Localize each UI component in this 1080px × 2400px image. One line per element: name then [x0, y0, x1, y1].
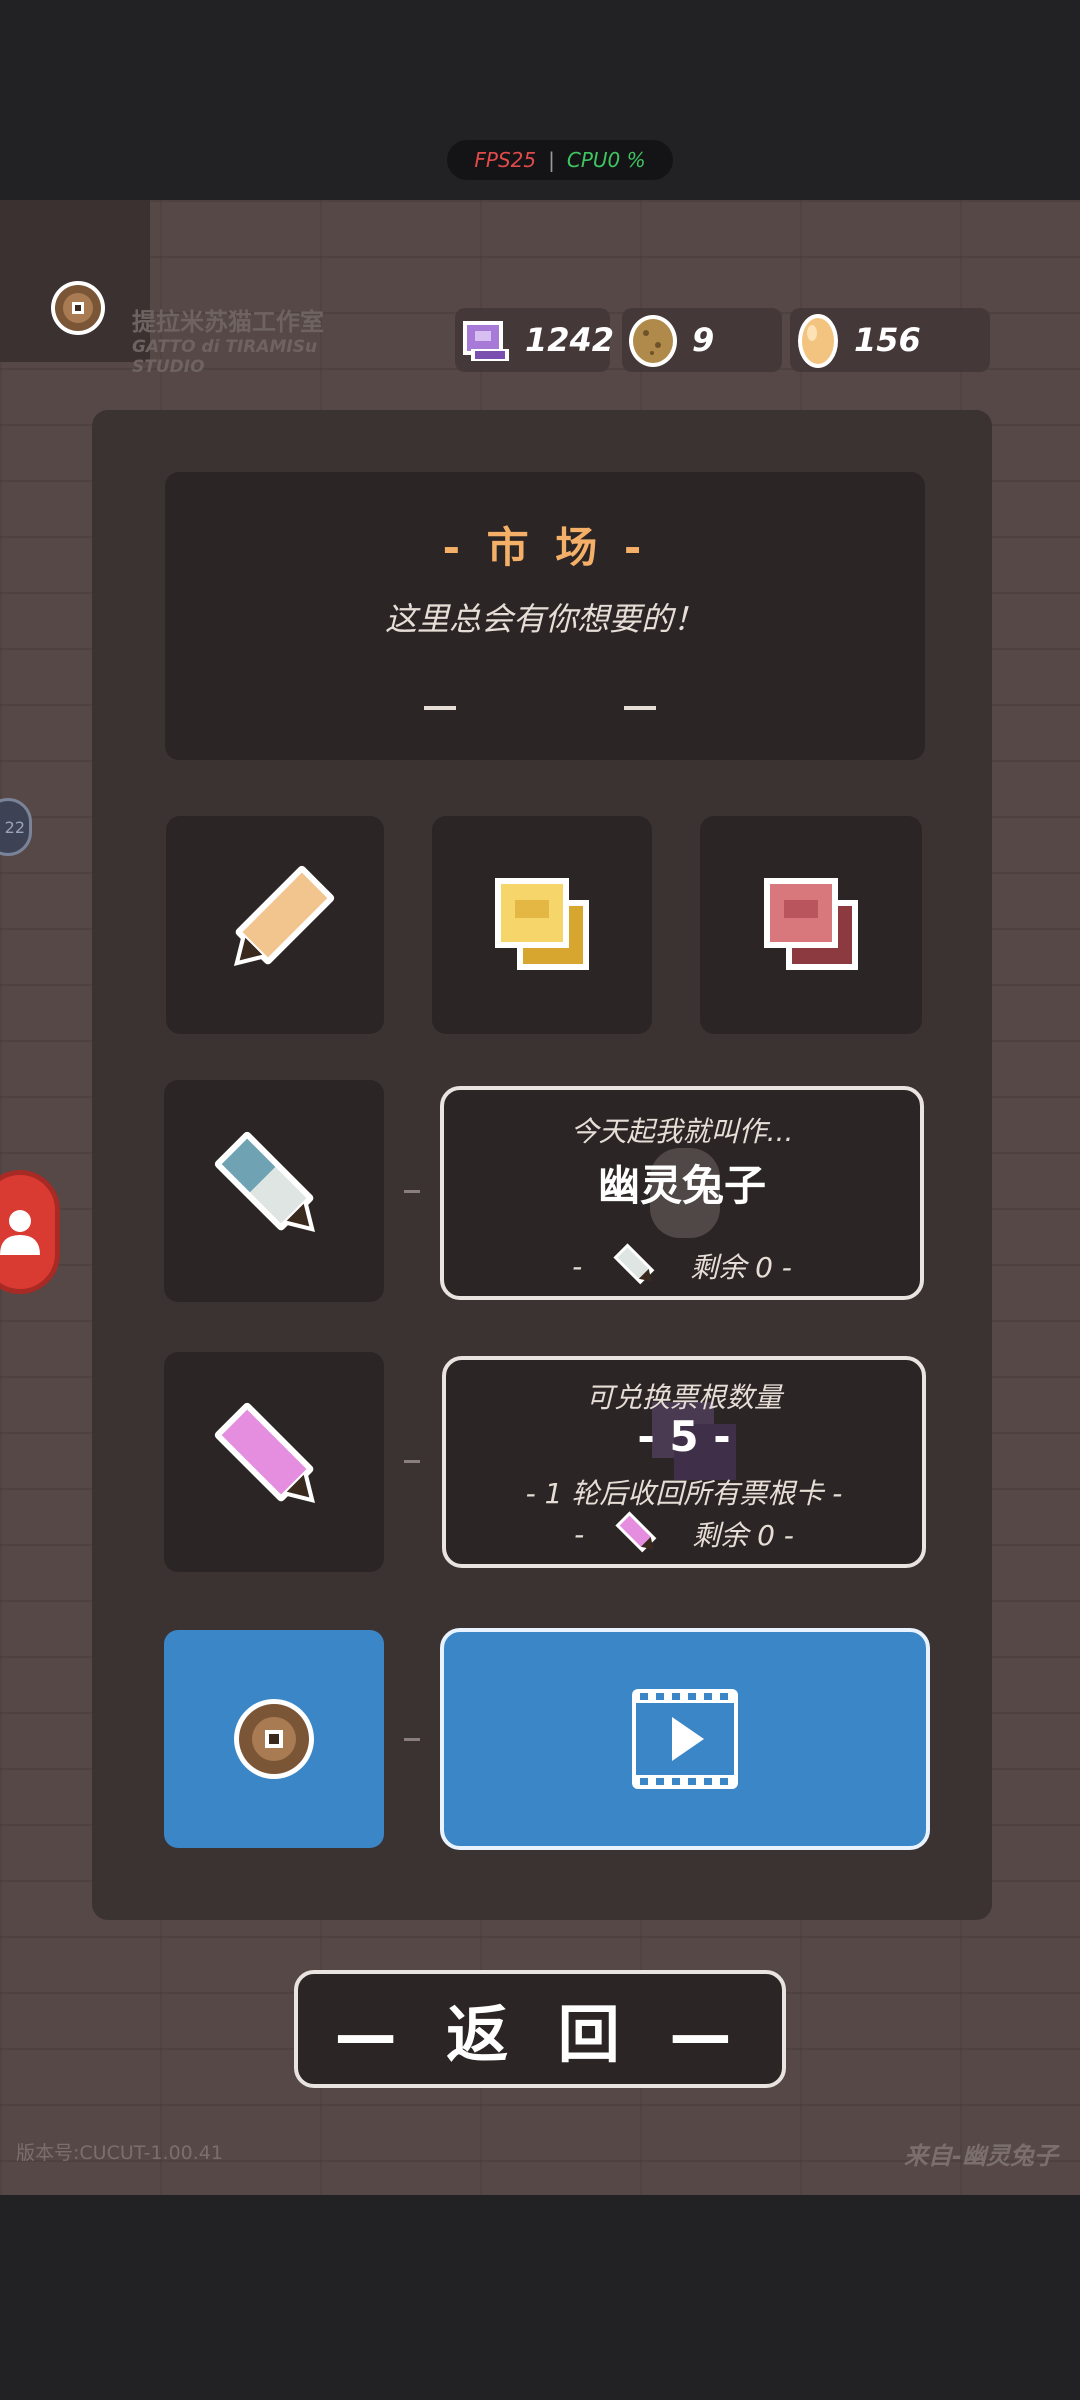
resource-tickets: 1242 — [455, 308, 614, 372]
studio-logo: 提拉米苏猫工作室 GATTO di TIRAMISu STUDIO — [132, 302, 362, 377]
header-dash-right — [624, 706, 656, 710]
resource-potato: 9 — [622, 308, 782, 372]
exchange-note: - 1 轮后收回所有票根卡 - — [525, 1477, 843, 1510]
egg-icon — [798, 314, 838, 368]
exchange-label: 可兑换票根数量 — [585, 1381, 782, 1414]
exchange-count: - 5 - — [637, 1412, 731, 1461]
rename-card[interactable]: 今天起我就叫作... 幽灵兔子 - 剩余 0 - — [440, 1086, 924, 1300]
header-dash-left — [424, 706, 456, 710]
potato-icon — [629, 315, 677, 367]
resource-egg-value: 156 — [854, 321, 921, 359]
resource-potato-value: 9 — [692, 321, 715, 359]
yellow-ticket-stack-icon — [495, 878, 589, 970]
rename-name-text: 幽灵兔子 — [597, 1161, 766, 1210]
side-badge-text: 22 — [4, 817, 25, 837]
rename-remaining: - 剩余 0 - — [444, 1242, 920, 1290]
item-slot-pink-pencil[interactable] — [164, 1352, 384, 1572]
rename-remaining-value: 剩余 0 - — [690, 1251, 792, 1284]
rename-intro-text: 今天起我就叫作... — [570, 1115, 794, 1148]
red-ticket-stack-icon — [764, 878, 858, 970]
pink-pencil-icon — [214, 1402, 316, 1504]
profile-coin-box[interactable] — [0, 200, 150, 362]
row-separator — [404, 1190, 420, 1193]
exchange-remaining-value: 剩余 0 - — [692, 1519, 794, 1552]
fps-overlay: FPS25 | CPU0 % — [447, 140, 673, 180]
blue-pencil-icon — [214, 1131, 316, 1233]
back-button[interactable]: — 返 回 — — [294, 1970, 786, 2088]
coin-slot[interactable] — [164, 1630, 384, 1848]
studio-name-en-2: STUDIO — [132, 357, 205, 377]
exchange-card[interactable]: 可兑换票根数量 - 5 - - 1 轮后收回所有票根卡 - - 剩余 0 - — [442, 1356, 926, 1568]
resource-egg: 156 — [790, 308, 990, 372]
ticket-stub-icon — [463, 321, 509, 361]
fps-label: FPS25 — [474, 148, 537, 172]
market-subtitle: 这里总会有你想要的！ — [384, 600, 705, 638]
item-slot-orange-pencil[interactable] — [166, 816, 384, 1034]
studio-name-cn: 提拉米苏猫工作室 — [132, 308, 324, 336]
orange-pencil-icon — [233, 865, 335, 967]
bottom-system-bar — [0, 2195, 1080, 2400]
pink-pencil-small-icon — [615, 1511, 657, 1553]
coin-icon — [51, 281, 105, 335]
item-slot-yellow-tickets[interactable] — [432, 816, 652, 1034]
coin-icon — [234, 1699, 314, 1779]
side-user-button[interactable] — [0, 1170, 60, 1294]
exchange-remaining: - 剩余 0 - — [446, 1510, 922, 1558]
row-separator — [404, 1738, 420, 1741]
cpu-label: CPU0 % — [566, 148, 646, 172]
video-play-icon — [632, 1689, 738, 1789]
fps-separator: | — [548, 148, 555, 172]
version-label: 版本号:CUCUT-1.00.41 — [16, 2142, 223, 2164]
rename-remaining-prefix: - — [572, 1249, 583, 1283]
resource-tickets-value: 1242 — [525, 321, 615, 359]
from-label: 来自-幽灵兔子 — [904, 2142, 1058, 2170]
market-title: - 市 场 - — [442, 523, 648, 572]
blue-pencil-small-icon — [613, 1243, 655, 1285]
user-icon — [0, 1210, 40, 1255]
exchange-remaining-prefix: - — [574, 1517, 585, 1551]
item-slot-red-tickets[interactable] — [700, 816, 922, 1034]
watch-video-button[interactable] — [440, 1628, 930, 1850]
item-slot-blue-pencil[interactable] — [164, 1080, 384, 1302]
row-separator — [404, 1460, 420, 1463]
studio-name-en-1: GATTO di TIRAMISu — [132, 337, 318, 357]
